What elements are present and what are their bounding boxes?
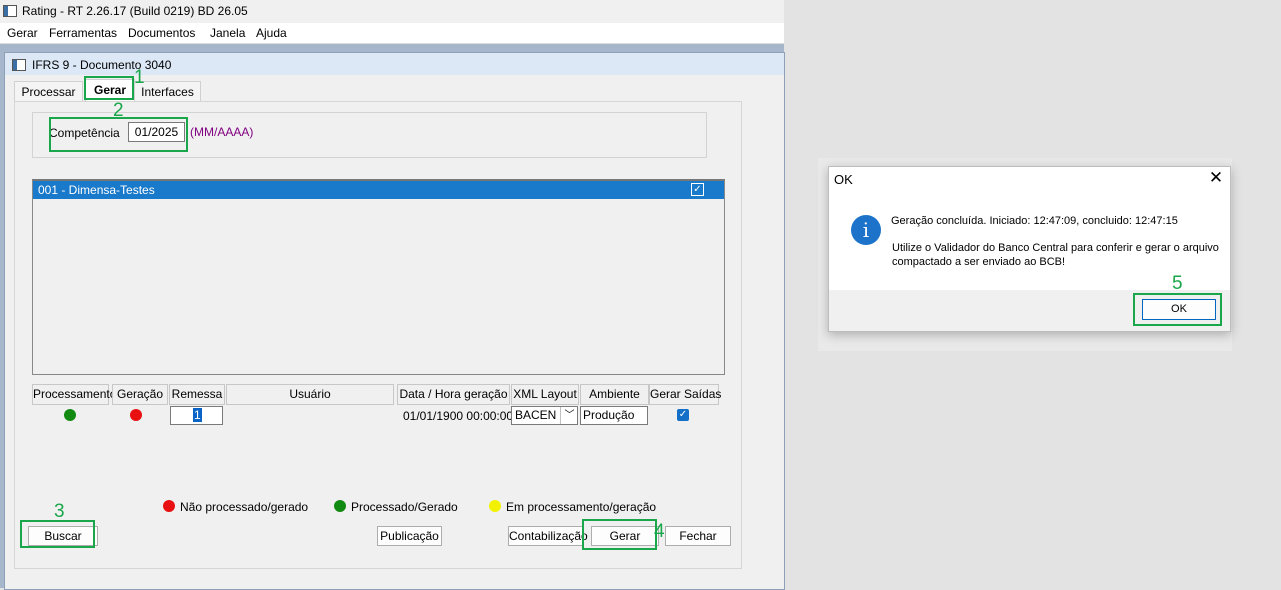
legend-green-dot: [334, 500, 346, 512]
menu-ajuda[interactable]: Ajuda: [256, 26, 287, 40]
tab-panel-gerar: Competência 01/2025 (MM/AAAA) 001 - Dime…: [14, 101, 742, 569]
legend-em-processamento: Em processamento/geração: [506, 500, 657, 514]
child-window-title: IFRS 9 - Documento 3040: [32, 58, 172, 72]
annotation-number-2: 2: [113, 100, 124, 121]
header-geracao[interactable]: Geração: [112, 384, 168, 405]
header-data-hora[interactable]: Data / Hora geração: [397, 384, 510, 405]
highlight-competencia: [49, 117, 188, 152]
annotation-number-3: 3: [54, 501, 65, 522]
annotation-number-5: 5: [1172, 273, 1183, 294]
chevron-down-icon[interactable]: ﹀: [560, 407, 578, 424]
geracao-status-dot: [130, 409, 142, 421]
competencia-format-hint: (MM/AAAA): [190, 125, 254, 139]
remessa-input[interactable]: 1: [170, 406, 223, 425]
publicacao-button[interactable]: Publicação: [377, 526, 442, 546]
info-icon: i: [851, 215, 881, 245]
contabilizacao-button[interactable]: Contabilização: [508, 526, 588, 546]
highlight-gerar-button: [582, 519, 657, 550]
header-usuario[interactable]: Usuário: [226, 384, 394, 405]
header-remessa[interactable]: Remessa: [169, 384, 225, 405]
header-xml-layout[interactable]: XML Layout: [511, 384, 579, 405]
ambiente-value: Produção: [583, 408, 635, 422]
annotation-number-1: 1: [134, 67, 145, 88]
list-item-checkbox[interactable]: ✓: [691, 183, 704, 196]
dialog-message-line1: Geração concluída. Iniciado: 12:47:09, c…: [891, 215, 1178, 227]
menu-ferramentas[interactable]: Ferramentas: [49, 26, 117, 40]
xml-layout-value: BACEN: [515, 408, 557, 422]
menu-documentos[interactable]: Documentos: [128, 26, 195, 40]
list-item-label: 001 - Dimensa-Testes: [38, 183, 155, 197]
legend-red-dot: [163, 500, 175, 512]
menu-gerar[interactable]: Gerar: [7, 26, 38, 40]
institution-list[interactable]: 001 - Dimensa-Testes ✓: [32, 179, 725, 375]
dialog-message-line2: Utilize o Validador do Banco Central par…: [892, 242, 1219, 268]
highlight-gerar-tab: [84, 76, 134, 100]
list-item[interactable]: 001 - Dimensa-Testes ✓: [33, 181, 724, 199]
app-title: Rating - RT 2.26.17 (Build 0219) BD 26.0…: [22, 4, 248, 18]
child-title-bar: IFRS 9 - Documento 3040: [5, 53, 784, 75]
header-gerar-saidas[interactable]: Gerar Saídas: [649, 384, 721, 405]
processamento-status-dot: [64, 409, 76, 421]
title-bar: Rating - RT 2.26.17 (Build 0219) BD 26.0…: [0, 0, 784, 22]
header-ambiente[interactable]: Ambiente: [580, 384, 649, 405]
data-hora-cell: 01/01/1900 00:00:00: [403, 409, 514, 423]
highlight-buscar: [20, 520, 95, 548]
highlight-ok-button: [1133, 293, 1222, 326]
app-icon: [3, 5, 17, 17]
legend-yellow-dot: [489, 500, 501, 512]
legend-nao-processado: Não processado/gerado: [180, 500, 309, 514]
dialog-title: OK: [834, 172, 853, 187]
legend-processado: Processado/Gerado: [351, 500, 458, 514]
remessa-value: 1: [193, 408, 202, 422]
gerar-saidas-checkbox[interactable]: ✓: [677, 409, 689, 421]
document-icon: [12, 59, 26, 71]
fechar-button[interactable]: Fechar: [665, 526, 731, 546]
header-processamento[interactable]: Processamento: [32, 384, 116, 405]
menu-janela[interactable]: Janela: [210, 26, 245, 40]
annotation-number-4: 4: [654, 521, 665, 542]
tab-processar[interactable]: Processar: [14, 81, 83, 102]
close-icon[interactable]: ✕: [1207, 169, 1225, 187]
xml-layout-select[interactable]: BACEN ﹀: [511, 406, 578, 425]
menu-bar: Gerar Ferramentas Documentos Janela Ajud…: [0, 23, 784, 44]
ambiente-field[interactable]: Produção: [580, 406, 648, 425]
